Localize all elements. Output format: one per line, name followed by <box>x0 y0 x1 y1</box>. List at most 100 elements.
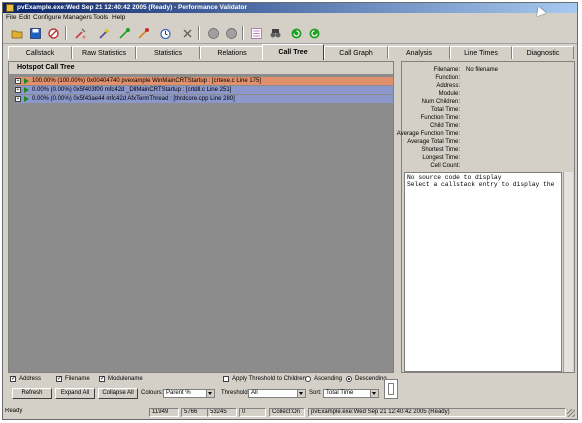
expand-all-button[interactable]: Expand All <box>55 388 95 399</box>
status-count: 11949 <box>149 408 179 417</box>
tab-line-times[interactable]: Line Times <box>450 46 512 59</box>
status-text: Ready <box>5 408 23 414</box>
menu-help[interactable]: Help <box>112 13 125 23</box>
threshold-value: All <box>251 390 258 396</box>
tab-call-tree[interactable]: Call Tree <box>262 44 324 60</box>
attach-inject-icon <box>137 27 149 39</box>
wizard-button[interactable] <box>97 26 111 40</box>
resize-grip[interactable] <box>567 409 575 417</box>
call-tree-header: Hotspot Call Tree <box>9 62 393 74</box>
details-panel: Filename: No filename Function: Address:… <box>397 61 575 373</box>
tree-row[interactable]: + 0.00% (0.00%) 0x5f43ae44 mfc42d AfxTer… <box>15 95 393 103</box>
source-scrollbar[interactable] <box>563 172 573 372</box>
open-button[interactable] <box>10 26 24 40</box>
num-children-label: Num Children: <box>421 99 460 105</box>
clear-button[interactable] <box>180 26 194 40</box>
pause-icon <box>207 27 219 39</box>
ascending-radio[interactable] <box>305 376 311 382</box>
play-icon <box>24 96 29 102</box>
threshold-label: Threshold <box>221 390 248 396</box>
sort-select[interactable]: Total Time <box>323 389 379 398</box>
source-line: Select a callstack entry to display the <box>407 181 555 188</box>
apply-threshold-checkbox[interactable] <box>223 376 229 382</box>
title-bar[interactable]: pvExample.exe:Wed Sep 21 12:40:42 2005 (… <box>3 3 577 13</box>
chevron-down-icon <box>297 390 305 397</box>
stop-button[interactable] <box>224 26 238 40</box>
address-label: Address: <box>436 83 460 89</box>
save-icon <box>29 27 41 39</box>
launch-button[interactable] <box>46 26 60 40</box>
module-label: Module: <box>438 91 460 97</box>
close-icon <box>183 29 191 37</box>
expand-icon[interactable]: + <box>15 96 21 102</box>
tab-call-graph[interactable]: Call Graph <box>324 46 388 59</box>
grid-icon <box>384 379 398 399</box>
menu-edit[interactable]: Edit <box>19 13 30 23</box>
refresh-all-icon <box>309 28 319 38</box>
tree-row[interactable]: + 100.00% (100.00%) 0x00404740 pvexample… <box>15 77 393 85</box>
attach-inject-button[interactable] <box>136 26 150 40</box>
tab-statistics[interactable]: Statistics <box>136 46 200 59</box>
toolbar-separator <box>65 26 67 40</box>
stop-icon <box>225 27 237 39</box>
cell-count-label: Cell Count: <box>430 163 460 169</box>
refresh-all-button[interactable] <box>307 26 321 40</box>
tab-analysis[interactable]: Analysis <box>388 46 450 59</box>
colours-select[interactable]: Parent % <box>163 389 215 398</box>
inject-button[interactable] <box>73 26 87 40</box>
tab-relations[interactable]: Relations <box>200 46 264 59</box>
timer-icon <box>159 28 171 39</box>
menu-configure[interactable]: Configure <box>33 13 61 23</box>
tree-row[interactable]: + 0.00% (0.00%) 0x5f403f00 mfc42d _DllMa… <box>15 86 393 94</box>
tab-raw-statistics[interactable]: Raw Statistics <box>72 46 136 59</box>
source-code-view[interactable]: No source code to display Select a callst… <box>404 172 562 372</box>
average-function-time-label: Average Function Time: <box>396 131 460 137</box>
ascending-label: Ascending <box>314 376 343 382</box>
status-count: 53245 <box>207 408 237 417</box>
address-label: Address <box>19 376 42 382</box>
toolbar-separator <box>242 26 244 40</box>
address-checkbox[interactable]: ✓ <box>10 376 16 382</box>
refresh-icon <box>291 28 301 38</box>
find-button[interactable] <box>268 26 282 40</box>
attach-button[interactable] <box>117 26 131 40</box>
timer-button[interactable] <box>158 26 172 40</box>
status-bar: Ready 11949 5766 53245 0 Collect:On pvEx… <box>3 407 577 419</box>
collapse-all-button[interactable]: Collapse All <box>98 388 138 399</box>
expand-icon[interactable]: + <box>15 78 21 84</box>
shortest-time-label: Shortest Time: <box>421 147 460 153</box>
settings-icon <box>250 27 262 39</box>
refresh-tree-button[interactable]: Refresh <box>12 388 52 399</box>
menu-bar: File Edit Configure Managers Tools Help <box>3 13 577 23</box>
menu-managers[interactable]: Managers <box>63 13 92 23</box>
tab-callstack[interactable]: Callstack <box>8 46 72 59</box>
threshold-select[interactable]: All <box>248 389 306 398</box>
colours-value: Parent % <box>166 390 191 396</box>
filename-checkbox[interactable]: ✓ <box>56 376 62 382</box>
attach-icon <box>118 27 130 39</box>
tree-row-text: 100.00% (100.00%) 0x00404740 pvexample W… <box>32 78 262 84</box>
descending-radio[interactable] <box>346 376 352 382</box>
expand-icon[interactable]: + <box>15 87 21 93</box>
toolbar <box>3 23 577 44</box>
average-total-time-label: Average Total Time: <box>407 139 460 145</box>
tree-controls: ✓ Address ✓ Filename ✓ Modulename Apply … <box>8 373 400 403</box>
tab-diagnostic[interactable]: Diagnostic <box>512 46 574 59</box>
tree-row-text: 0.00% (0.00%) 0x5f403f00 mfc42d _DllMain… <box>32 87 232 93</box>
status-count: 0 <box>239 408 266 417</box>
refresh-button[interactable] <box>289 26 303 40</box>
filename-label: Filename: <box>433 67 460 73</box>
play-icon <box>24 78 29 84</box>
save-button[interactable] <box>28 26 42 40</box>
descending-label: Descending <box>355 376 387 382</box>
menu-tools[interactable]: Tools <box>93 13 108 23</box>
pause-button[interactable] <box>206 26 220 40</box>
chevron-down-icon <box>370 390 378 397</box>
apply-threshold-label: Apply Threshold to Children <box>232 376 306 382</box>
longest-time-label: Longest Time: <box>422 155 460 161</box>
settings-button[interactable] <box>249 26 263 40</box>
toolbar-separator <box>198 26 200 40</box>
source-line: No source code to display <box>407 174 502 181</box>
modulename-checkbox[interactable]: ✓ <box>99 376 105 382</box>
menu-file[interactable]: File <box>6 13 16 23</box>
